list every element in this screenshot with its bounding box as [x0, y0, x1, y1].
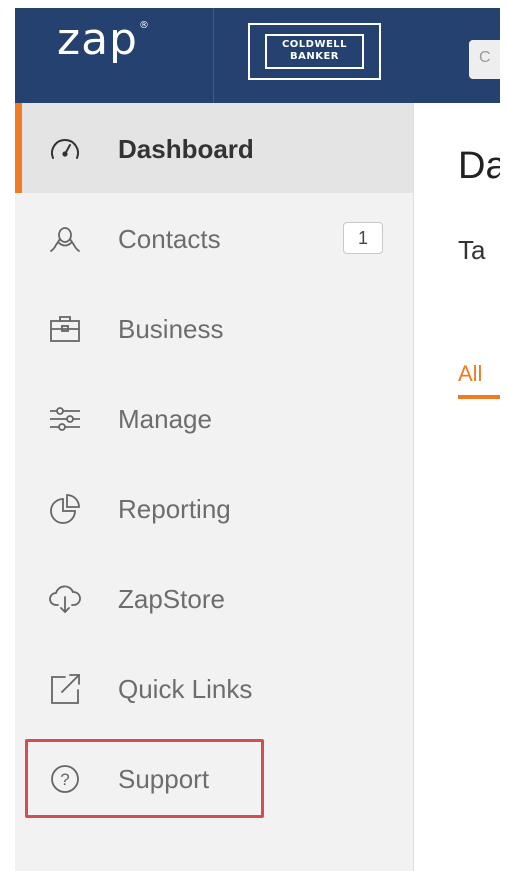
sidebar-item-reporting[interactable]: Reporting	[15, 463, 413, 553]
page-title: Da	[458, 145, 500, 187]
sidebar-item-zapstore[interactable]: ZapStore	[15, 553, 413, 643]
svg-text:?: ?	[60, 770, 69, 789]
coldwell-banker-wordmark: COLDWELL BANKER	[265, 34, 364, 69]
brand-line-1: COLDWELL	[281, 39, 348, 50]
help-circle-icon: ?	[47, 761, 83, 797]
top-bar: zap® COLDWELL BANKER C	[15, 8, 500, 103]
active-tab-indicator	[458, 395, 500, 399]
sidebar-nav: Dashboard Contacts 1 Business Manage Rep…	[15, 103, 413, 871]
sidebar-item-label: Manage	[118, 404, 212, 434]
sidebar-item-label: Quick Links	[118, 674, 253, 704]
sidebar-item-business[interactable]: Business	[15, 283, 413, 373]
sidebar-item-manage[interactable]: Manage	[15, 373, 413, 463]
tab-all[interactable]: All	[458, 361, 482, 387]
section-title: Ta	[458, 235, 486, 265]
sidebar-item-label: Contacts	[118, 224, 221, 254]
zap-logo[interactable]: zap®	[57, 14, 150, 65]
top-divider	[213, 8, 214, 103]
search-placeholder: C	[479, 49, 491, 66]
briefcase-icon	[47, 311, 83, 347]
app-window: zap® COLDWELL BANKER C Dashboard Contact…	[15, 8, 500, 871]
sidebar-item-quick-links[interactable]: Quick Links	[15, 643, 413, 733]
cloud-download-icon	[47, 581, 83, 617]
gauge-icon	[47, 131, 83, 167]
search-input[interactable]: C	[469, 40, 500, 79]
sidebar-item-dashboard[interactable]: Dashboard	[15, 103, 413, 193]
coldwell-banker-logo: COLDWELL BANKER	[248, 23, 381, 80]
registered-mark: ®	[139, 20, 150, 31]
sidebar-item-label: Reporting	[118, 494, 231, 524]
main-content: Da Ta All	[414, 103, 500, 871]
sidebar-item-support[interactable]: ? Support	[15, 733, 413, 823]
sidebar-item-label: Business	[118, 314, 224, 344]
sidebar-item-label: Dashboard	[118, 134, 254, 164]
sidebar-item-label: Support	[118, 764, 210, 794]
sidebar-item-contacts[interactable]: Contacts 1	[15, 193, 413, 283]
sidebar-item-label: ZapStore	[118, 584, 225, 614]
pie-chart-icon	[47, 491, 83, 527]
user-icon	[47, 221, 83, 257]
external-link-icon	[47, 671, 83, 707]
sliders-icon	[47, 401, 83, 437]
zap-logo-text: zap	[57, 14, 138, 65]
contacts-count-badge: 1	[343, 222, 383, 254]
brand-line-2: BANKER	[289, 51, 339, 62]
